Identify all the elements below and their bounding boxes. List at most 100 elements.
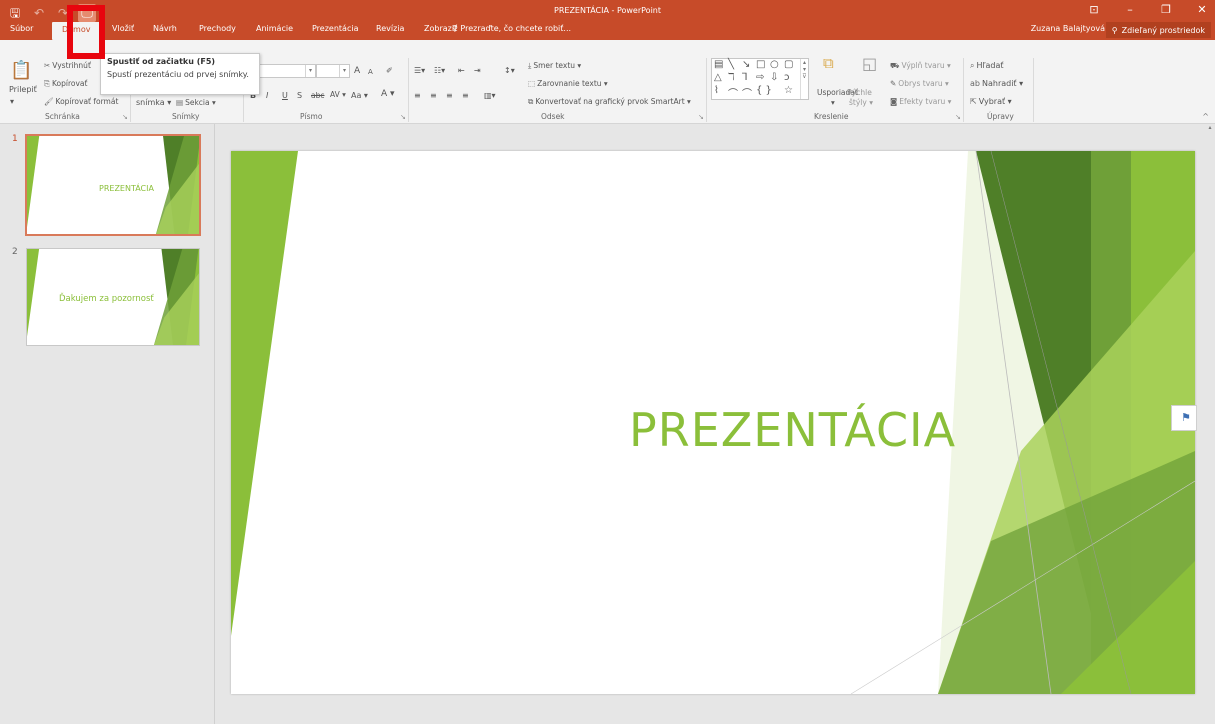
paragraph-launcher-icon[interactable]: ↘ [698, 113, 704, 121]
character-spacing-button[interactable]: AV ▾ [330, 89, 346, 100]
brace-shape-icon[interactable]: { } [756, 85, 772, 96]
shape-fill-button[interactable]: ⛟ Výplň tvaru ▾ [890, 60, 951, 71]
tab-design[interactable]: Návrh [153, 24, 177, 33]
justify-icon[interactable]: ≡ [462, 90, 469, 101]
tab-review[interactable]: Revízia [376, 24, 404, 33]
arc-shape-icon[interactable]: ⌒ [728, 85, 738, 100]
textbox-shape-icon[interactable]: ▤ [714, 59, 723, 70]
shapes-gallery[interactable]: ▤ ╲ ↘ □ ○ ▢ △ ℸ ⅂ ⇨ ⇩ ↄ ⌇ ⌒ ⌒ { } ☆ ▴ ▾ ⊽ [711, 58, 809, 100]
grow-font-button[interactable]: A [354, 66, 360, 77]
find-label: Hľadať [976, 61, 1004, 70]
align-text-button[interactable]: ⬚ Zarovnanie textu ▾ [528, 78, 608, 89]
star-shape-icon[interactable]: ☆ [784, 85, 793, 96]
align-center-icon[interactable]: ≡ [430, 90, 437, 101]
align-left-icon[interactable]: ≡ [414, 90, 421, 101]
font-color-button[interactable]: A ▾ [381, 89, 395, 100]
section-button[interactable]: ▤ Sekcia ▾ [176, 97, 216, 108]
shapes-gallery-scroll[interactable]: ▴ ▾ ⊽ [800, 59, 808, 99]
tab-transitions[interactable]: Prechody [199, 24, 236, 33]
shape-effects-label: Efekty tvaru [899, 97, 946, 106]
strikethrough-button[interactable]: abc [311, 90, 324, 101]
connector-shape-icon[interactable]: ℸ [728, 72, 734, 83]
font-name-combobox[interactable]: ▾ [258, 64, 316, 78]
paint-bucket-icon: ⛟ [890, 61, 900, 70]
slide-number: 1 [12, 134, 18, 144]
user-name[interactable]: Zuzana Balajtyová [1031, 24, 1105, 33]
clear-formatting-icon[interactable]: ✐ [386, 65, 393, 76]
restore-icon[interactable]: ❐ [1159, 3, 1173, 16]
close-icon[interactable]: ✕ [1195, 3, 1209, 16]
format-painter-button[interactable]: 🖌 Kopírovať formát [44, 96, 118, 107]
shadow-button[interactable]: S [297, 90, 302, 101]
rounded-rect-shape-icon[interactable]: ▢ [784, 59, 793, 70]
scroll-up-icon[interactable]: ▴ [1205, 124, 1215, 131]
down-arrow-shape-icon[interactable]: ⇩ [770, 72, 778, 83]
line-spacing-icon[interactable]: ↕▾ [504, 65, 515, 76]
paste-dropdown-icon[interactable]: ▾ [10, 96, 14, 107]
quick-styles-button-line2[interactable]: štýly ▾ [849, 97, 873, 108]
tab-insert[interactable]: Vložiť [112, 24, 134, 33]
text-direction-label: Smer textu [533, 61, 576, 70]
text-direction-button[interactable]: ⤓ Smer textu ▾ [528, 60, 581, 71]
bullets-icon[interactable]: ☰▾ [414, 65, 425, 76]
italic-button[interactable]: I [266, 90, 268, 101]
font-launcher-icon[interactable]: ↘ [400, 113, 406, 121]
arrange-dropdown-icon[interactable]: ▾ [831, 97, 835, 108]
decrease-indent-icon[interactable]: ⇤ [458, 65, 465, 76]
clipboard-launcher-icon[interactable]: ↘ [122, 113, 128, 121]
shape-outline-label: Obrys tvaru [898, 79, 943, 88]
arrow-line-shape-icon[interactable]: ↘ [742, 59, 750, 70]
freeform-shape-icon[interactable]: ⌇ [714, 85, 719, 96]
convert-smartart-button[interactable]: ⧉ Konvertovať na grafický prvok SmartArt … [528, 96, 691, 107]
share-button[interactable]: ⚲ Zdieľaný prostriedok [1105, 22, 1211, 38]
collapse-ribbon-icon[interactable]: ^ [1202, 112, 1209, 121]
tab-file[interactable]: Súbor [10, 24, 33, 33]
rectangle-shape-icon[interactable]: □ [756, 59, 765, 70]
change-case-button[interactable]: Aa ▾ [351, 90, 368, 101]
smartart-label: Konvertovať na grafický prvok SmartArt [535, 97, 685, 106]
oval-shape-icon[interactable]: ○ [770, 59, 779, 70]
elbow-connector-shape-icon[interactable]: ⅂ [742, 72, 748, 83]
shrink-font-button[interactable]: A [368, 67, 373, 78]
shape-effects-button[interactable]: ◙ Efekty tvaru ▾ [890, 96, 951, 107]
ribbon-display-options-icon[interactable]: ⊡ [1087, 3, 1101, 16]
group-label-editing: Úpravy [987, 112, 1014, 121]
select-button[interactable]: ⇱ Vybrať ▾ [970, 96, 1012, 107]
vertical-scrollbar[interactable]: ▴ [1205, 124, 1215, 724]
tell-me-box[interactable]: ♀ Prezraďte, čo chcete robiť... [452, 24, 571, 33]
shape-outline-button[interactable]: ✎ Obrys tvaru ▾ [890, 78, 949, 89]
line-shape-icon[interactable]: ╲ [728, 59, 734, 70]
copy-button[interactable]: ⎘ Kopírovať [44, 78, 87, 89]
bookmark-icon: ⚑ [1181, 411, 1191, 424]
quick-styles-icon[interactable]: ◱ [862, 56, 877, 72]
underline-button[interactable]: U [282, 90, 288, 101]
columns-icon[interactable]: ▥▾ [484, 90, 496, 101]
arrange-icon[interactable]: ⧉ [823, 56, 834, 71]
cut-button[interactable]: ✂ Vystrihnúť [44, 60, 91, 71]
numbering-icon[interactable]: ☷▾ [434, 65, 445, 76]
align-right-icon[interactable]: ≡ [446, 90, 453, 101]
slide-thumbnail-2[interactable]: Ďakujem za pozornosť [26, 248, 200, 346]
bookmark-button[interactable]: ⚑ [1171, 405, 1197, 431]
minimize-icon[interactable]: – [1123, 3, 1137, 16]
font-size-combobox[interactable]: ▾ [316, 64, 350, 78]
replace-button[interactable]: ab Nahradiť ▾ [970, 78, 1023, 89]
tab-animations[interactable]: Animácie [256, 24, 293, 33]
slide-title[interactable]: PREZENTÁCIA [629, 403, 956, 457]
triangle-shape-icon[interactable]: △ [714, 72, 722, 83]
curved-shape-icon[interactable]: ↄ [784, 72, 790, 83]
paste-button[interactable]: Prilepiť [9, 84, 37, 95]
chevron-down-icon[interactable]: ▾ [339, 65, 349, 77]
slide-editor-canvas[interactable]: PREZENTÁCIA [231, 151, 1195, 694]
right-arrow-shape-icon[interactable]: ⇨ [756, 72, 764, 83]
chevron-down-icon[interactable]: ▾ [305, 65, 315, 77]
find-button[interactable]: ⌕ Hľadať [970, 60, 1004, 71]
new-slide-button[interactable]: snímka ▾ [136, 97, 171, 108]
slide-thumbnail-1[interactable]: PREZENTÁCIA [25, 134, 201, 236]
clipboard-paste-icon[interactable]: 📋 [10, 62, 32, 80]
tab-slideshow[interactable]: Prezentácia [312, 24, 358, 33]
curve-shape-icon[interactable]: ⌒ [742, 85, 752, 100]
drawing-launcher-icon[interactable]: ↘ [955, 113, 961, 121]
increase-indent-icon[interactable]: ⇥ [474, 65, 481, 76]
share-label: Zdieľaný prostriedok [1121, 25, 1205, 35]
